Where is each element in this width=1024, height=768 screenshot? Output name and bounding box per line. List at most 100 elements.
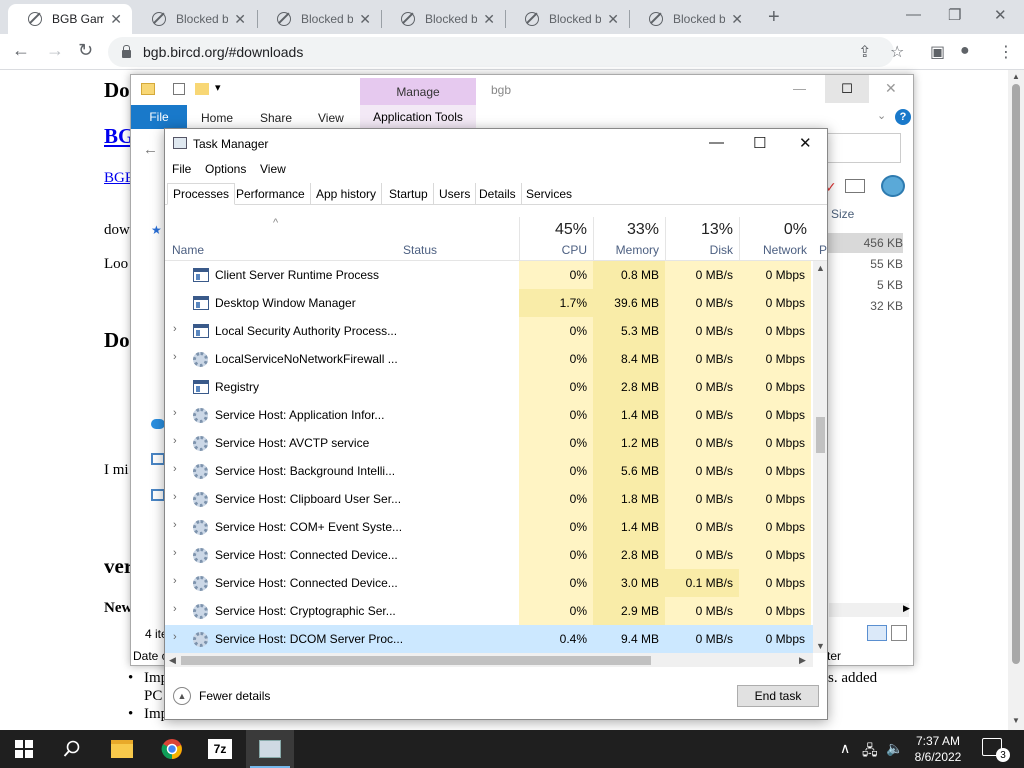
tab-close-icon[interactable]: ✕ bbox=[110, 11, 122, 28]
rename-icon[interactable] bbox=[845, 179, 865, 193]
browser-tab-active[interactable]: BGB GameBoy ✕ bbox=[8, 4, 132, 34]
tab-close-icon[interactable]: ✕ bbox=[607, 11, 619, 28]
tab-close-icon[interactable]: ✕ bbox=[483, 11, 495, 28]
tab-startup[interactable]: Startup bbox=[384, 183, 434, 205]
column-power-truncated[interactable]: P bbox=[819, 243, 827, 257]
onedrive-icon[interactable] bbox=[151, 419, 165, 429]
scroll-left-icon[interactable]: ◀ bbox=[169, 655, 176, 666]
minimize-icon[interactable]: — bbox=[906, 6, 921, 23]
column-disk[interactable]: 13% Disk bbox=[665, 217, 739, 261]
kebab-menu-icon[interactable]: ⋮ bbox=[998, 42, 1014, 62]
quick-access-dropdown-icon[interactable]: ▾ bbox=[215, 81, 221, 94]
expand-chevron-icon[interactable]: › bbox=[173, 491, 177, 503]
column-network[interactable]: 0% Network bbox=[739, 217, 813, 261]
maximize-icon[interactable]: ☐ bbox=[753, 134, 766, 152]
volume-icon[interactable]: 🔈 bbox=[886, 740, 903, 757]
new-tab-button[interactable]: + bbox=[768, 6, 780, 29]
browser-tab[interactable]: Blocked by ✕ bbox=[132, 4, 256, 34]
expand-chevron-icon[interactable]: › bbox=[173, 519, 177, 531]
bookmark-star-icon[interactable]: ☆ bbox=[890, 42, 904, 62]
menu-file[interactable]: File bbox=[172, 162, 191, 176]
minimize-icon[interactable]: — bbox=[709, 134, 724, 151]
process-row[interactable]: › Local Security Authority Process... 0% 5.… bbox=[165, 317, 813, 345]
scroll-up-icon[interactable]: ▲ bbox=[1012, 72, 1020, 81]
taskbar-task-manager[interactable] bbox=[246, 730, 294, 768]
ribbon-application-tools-tab[interactable]: Application Tools bbox=[360, 105, 476, 129]
share-icon[interactable]: ⇪ bbox=[858, 42, 871, 62]
process-list-hscroll[interactable]: ◀ ▶ bbox=[165, 653, 813, 667]
manage-tab-header[interactable]: Manage bbox=[360, 78, 476, 106]
fewer-details-button[interactable]: ▲ Fewer details bbox=[173, 687, 270, 705]
network-icon[interactable]: 🖧 bbox=[862, 740, 878, 764]
close-icon[interactable]: ✕ bbox=[885, 80, 897, 97]
explorer-back-icon[interactable]: ← bbox=[143, 141, 158, 158]
browser-tab[interactable]: Blocked by ✕ bbox=[381, 4, 505, 34]
column-cpu[interactable]: 45% CPU bbox=[519, 217, 593, 261]
ribbon-home-tab[interactable]: Home bbox=[201, 111, 233, 125]
tab-app-history[interactable]: App history bbox=[311, 183, 383, 205]
restore-icon[interactable]: ❐ bbox=[948, 6, 961, 24]
show-hidden-icons-chevron[interactable]: ∧ bbox=[840, 740, 850, 757]
process-row[interactable]: › Service Host: Application Infor... 0% 1.4… bbox=[165, 401, 813, 429]
process-row[interactable]: Registry 0% 2.8 MB 0 MB/s 0 Mbps bbox=[165, 373, 813, 401]
browser-tab[interactable]: Blocked by ✕ bbox=[505, 4, 629, 34]
expand-chevron-icon[interactable]: › bbox=[173, 547, 177, 559]
expand-chevron-icon[interactable]: › bbox=[173, 463, 177, 475]
expand-chevron-icon[interactable]: › bbox=[173, 407, 177, 419]
scrollbar-thumb[interactable] bbox=[181, 656, 651, 665]
large-icons-view-icon[interactable] bbox=[891, 625, 907, 641]
explorer-hscroll[interactable] bbox=[829, 603, 909, 617]
help-icon[interactable]: ? bbox=[895, 109, 911, 125]
expand-chevron-icon[interactable]: › bbox=[173, 603, 177, 615]
process-row[interactable]: › Service Host: Background Intelli... 0% 5.… bbox=[165, 457, 813, 485]
process-row[interactable]: › Service Host: Cryptographic Ser... 0% 2.9… bbox=[165, 597, 813, 625]
menu-options[interactable]: Options bbox=[205, 162, 246, 176]
quick-access-star-icon[interactable]: ★ bbox=[151, 223, 162, 237]
process-row[interactable]: › Service Host: Connected Device... 0% 2.8 … bbox=[165, 541, 813, 569]
process-row[interactable]: › Service Host: Clipboard User Ser... 0% 1.… bbox=[165, 485, 813, 513]
details-view-icon[interactable] bbox=[867, 625, 887, 641]
side-panel-icon[interactable]: ▣ bbox=[930, 42, 945, 62]
process-row[interactable]: Desktop Window Manager 1.7% 39.6 MB 0 MB/s 0… bbox=[165, 289, 813, 317]
process-row[interactable]: › LocalServiceNoNetworkFirewall ... 0% 8.4 … bbox=[165, 345, 813, 373]
process-row[interactable]: › Service Host: Connected Device... 0% 3.0 … bbox=[165, 569, 813, 597]
tab-processes[interactable]: Processes bbox=[167, 183, 236, 205]
ribbon-share-tab[interactable]: Share bbox=[260, 111, 292, 125]
forward-arrow-icon[interactable]: → bbox=[46, 40, 64, 61]
end-task-button[interactable]: End task bbox=[737, 685, 819, 707]
expand-chevron-icon[interactable]: › bbox=[173, 575, 177, 587]
reload-icon[interactable]: ↻ bbox=[78, 40, 93, 61]
tab-services[interactable]: Services bbox=[521, 183, 577, 205]
expand-chevron-icon[interactable]: › bbox=[173, 323, 177, 335]
search-button[interactable] bbox=[48, 730, 96, 768]
scroll-down-icon[interactable]: ▼ bbox=[816, 641, 825, 651]
column-memory[interactable]: 33% Memory bbox=[593, 217, 665, 261]
network-icon[interactable] bbox=[151, 489, 165, 501]
tab-close-icon[interactable]: ✕ bbox=[234, 11, 246, 28]
expand-chevron-icon[interactable]: › bbox=[173, 351, 177, 363]
scroll-right-icon[interactable]: ▶ bbox=[799, 655, 806, 666]
tab-users[interactable]: Users bbox=[434, 183, 477, 205]
ribbon-view-tab[interactable]: View bbox=[318, 111, 344, 125]
ribbon-file-tab[interactable]: File bbox=[131, 105, 187, 129]
taskbar-7zip[interactable]: 7z bbox=[196, 730, 244, 768]
taskbar-file-explorer[interactable] bbox=[98, 730, 146, 768]
tab-close-icon[interactable]: ✕ bbox=[359, 11, 371, 28]
expand-chevron-icon[interactable]: › bbox=[173, 435, 177, 447]
system-clock[interactable]: 7:37 AM 8/6/2022 bbox=[906, 733, 970, 765]
web-browser-icon[interactable] bbox=[881, 175, 905, 197]
menu-view[interactable]: View bbox=[260, 162, 286, 176]
tab-details[interactable]: Details bbox=[474, 183, 522, 205]
close-icon[interactable]: ✕ bbox=[799, 134, 812, 152]
profile-avatar-icon[interactable]: ● bbox=[960, 42, 970, 60]
close-window-icon[interactable]: ✕ bbox=[994, 6, 1007, 24]
new-folder-icon[interactable] bbox=[195, 83, 209, 95]
expand-chevron-icon[interactable]: › bbox=[173, 631, 177, 643]
start-button[interactable] bbox=[0, 730, 48, 768]
this-pc-icon[interactable] bbox=[151, 453, 165, 465]
address-bar[interactable]: bgb.bircd.org/#downloads bbox=[108, 37, 894, 67]
process-row[interactable]: Client Server Runtime Process 0% 0.8 MB 0 M… bbox=[165, 261, 813, 289]
taskbar-chrome[interactable] bbox=[148, 730, 196, 768]
size-column-header[interactable]: Size bbox=[831, 207, 854, 221]
back-arrow-icon[interactable]: ← bbox=[12, 40, 30, 61]
